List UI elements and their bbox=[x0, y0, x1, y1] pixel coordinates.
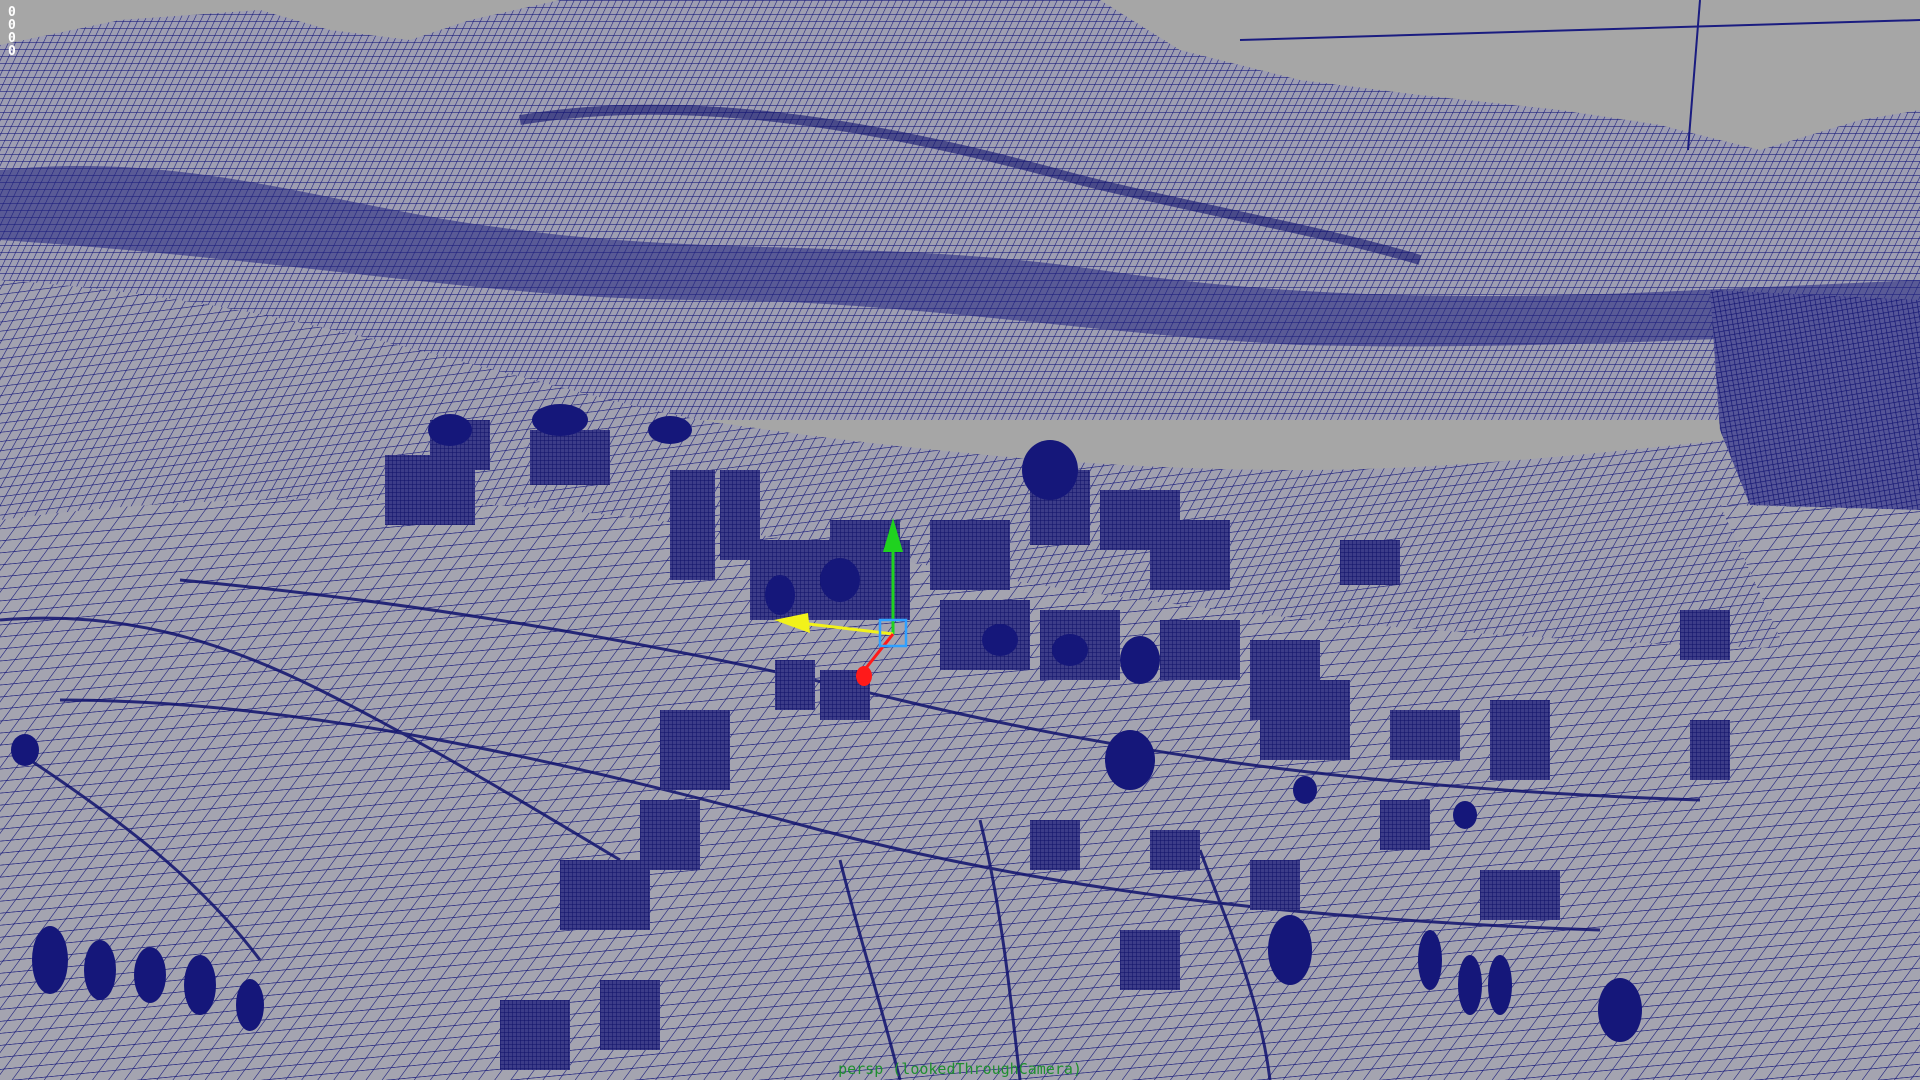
manip-x-handle-icon[interactable] bbox=[856, 666, 872, 686]
terrain-dense-block bbox=[1710, 290, 1920, 510]
camera-name-label: persp (lookedThroughCamera) bbox=[838, 1060, 1082, 1078]
3d-viewport[interactable]: 0 0 0 0 persp (lookedThroughCamera) bbox=[0, 0, 1920, 1080]
scene-wireframe[interactable] bbox=[0, 0, 1920, 1080]
hud-readout: 0 0 0 0 bbox=[8, 6, 16, 58]
hud-value: 0 bbox=[8, 44, 16, 59]
